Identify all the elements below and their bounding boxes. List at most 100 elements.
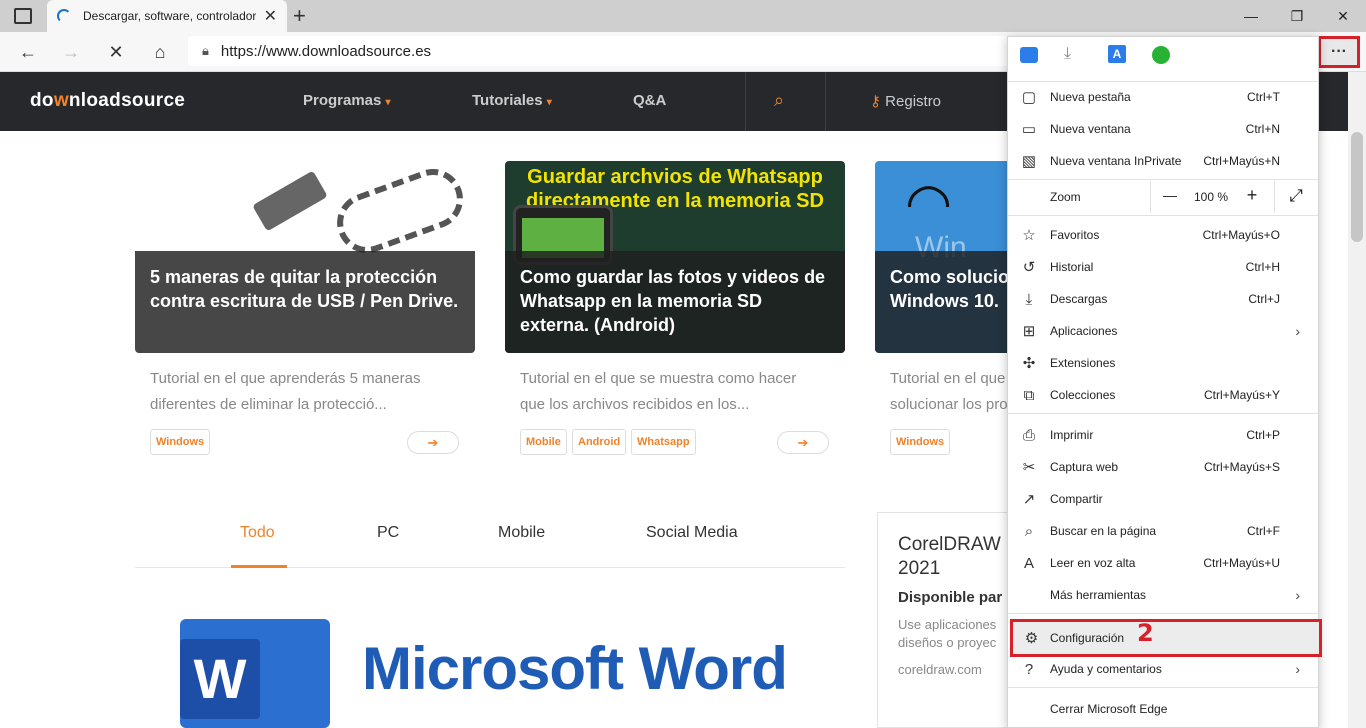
download-icon[interactable]: ⤓ — [1064, 45, 1071, 63]
search-icon[interactable]: ⌕ — [774, 90, 784, 111]
forward-icon[interactable]: → — [57, 38, 85, 66]
filter-tab-social-media[interactable]: Social Media — [646, 524, 738, 542]
nav-qa[interactable]: Q&A — [633, 92, 666, 109]
card-desc-3: Tutorial en el que solucionar los pro — [890, 370, 1008, 413]
ad-box[interactable]: CorelDRAW 2021 Disponible par Use aplica… — [877, 512, 1017, 728]
close-window-button[interactable]: ✕ — [1320, 0, 1366, 32]
filter-tab-indicator — [231, 565, 287, 568]
menu-item-cerrar-edge[interactable]: Cerrar Microsoft Edge — [1008, 693, 1318, 725]
read-aloud-icon: A — [1023, 554, 1034, 572]
callout-2: 2 — [1137, 619, 1154, 647]
zoom-in-button[interactable]: + — [1240, 185, 1264, 206]
menu-item-nueva-ventana[interactable]: ▭ Nueva ventana Ctrl+N — [1008, 113, 1318, 145]
menu-item-captura-web[interactable]: ✂ Captura web Ctrl+Mayús+S — [1008, 451, 1318, 483]
video-icon[interactable] — [1020, 47, 1038, 63]
card-image-2[interactable]: Guardar archvios de Whatsapp directament… — [505, 161, 845, 353]
maximize-button[interactable]: ❐ — [1274, 0, 1320, 32]
zoom-out-button[interactable]: — — [1158, 187, 1182, 203]
menu-item-colecciones[interactable]: ⧉ Colecciones Ctrl+Mayús+Y — [1008, 379, 1318, 411]
menu-item-configuracion[interactable]: ⚙ Configuración — [1010, 619, 1322, 657]
find-icon: ⌕ — [1024, 522, 1034, 540]
home-icon[interactable]: ⌂ — [146, 38, 174, 66]
settings-and-more-button[interactable]: ··· — [1318, 36, 1360, 68]
card-title-1[interactable]: 5 maneras de quitar la protección contra… — [135, 251, 475, 353]
inprivate-icon: ▧ — [1021, 153, 1037, 170]
card-arrow-button-1[interactable]: ➔ — [407, 431, 459, 454]
menu-item-nueva-pestana[interactable]: ▢ Nueva pestaña Ctrl+T — [1008, 81, 1318, 113]
usb-drive-image — [252, 170, 328, 232]
translate-icon[interactable]: A — [1108, 45, 1126, 63]
scrollbar-thumb[interactable] — [1351, 132, 1363, 242]
word-logo-letter: W — [180, 639, 260, 719]
menu-item-inprivate[interactable]: ▧ Nueva ventana InPrivate Ctrl+Mayús+N — [1008, 145, 1318, 177]
star-icon: ☆ — [1022, 227, 1036, 244]
chain-image — [328, 161, 472, 262]
lock-icon: 🔒︎ — [202, 43, 209, 58]
menu-item-buscar[interactable]: ⌕ Buscar en la página Ctrl+F — [1008, 515, 1318, 547]
nav-programas[interactable]: Programas ▾ — [303, 92, 391, 109]
menu-item-leer-voz-alta[interactable]: A Leer en voz alta Ctrl+Mayús+U — [1008, 547, 1318, 579]
nav-registro[interactable]: ⚷ Registro — [870, 92, 941, 110]
card-title-2[interactable]: Como guardar las fotos y videos de Whats… — [505, 251, 845, 353]
card-image-1[interactable]: 5 maneras de quitar la protección contra… — [135, 161, 475, 353]
tab-actions-icon[interactable] — [14, 8, 32, 24]
close-tab-icon[interactable]: ✕ — [264, 6, 277, 26]
page-scrollbar[interactable] — [1348, 72, 1366, 728]
loading-icon — [57, 9, 71, 23]
menu-divider — [1008, 413, 1318, 414]
tag-windows[interactable]: Windows — [150, 429, 211, 455]
tag-android[interactable]: Android — [572, 429, 627, 455]
apps-icon: ⊞ — [1022, 323, 1036, 340]
downloads-icon: ⤓ — [1025, 290, 1033, 308]
menu-divider — [1008, 179, 1318, 180]
fullscreen-icon[interactable]: ⤢ — [1284, 186, 1308, 206]
card-desc-1: Tutorial en el que aprenderás 5 maneras … — [150, 370, 421, 413]
new-tab-icon: ▢ — [1021, 89, 1037, 106]
menu-divider — [1008, 215, 1318, 216]
extension-icon[interactable] — [1152, 46, 1170, 64]
address-bar[interactable]: 🔒︎ https://www.downloadsource.es — [188, 36, 1018, 66]
menu-item-extensiones[interactable]: ✣ Extensiones — [1008, 347, 1318, 379]
url-text: https://www.downloadsource.es — [220, 42, 432, 60]
tag-windows[interactable]: Windows — [890, 429, 951, 455]
chevron-right-icon: › — [1295, 323, 1300, 339]
ad-title: CorelDRAW 2021 — [898, 534, 1001, 579]
nav-divider — [825, 72, 826, 131]
menu-item-descargas[interactable]: ⤓ Descargas Ctrl+J — [1008, 283, 1318, 315]
print-icon: ⎙ — [1022, 426, 1035, 444]
banner-title[interactable]: Microsoft Word — [362, 634, 788, 703]
filter-tab-mobile[interactable]: Mobile — [498, 524, 545, 542]
menu-item-compartir[interactable]: ↗ Compartir — [1008, 483, 1318, 515]
tag-whatsapp[interactable]: Whatsapp — [631, 429, 696, 455]
wifi-icon: ◠ — [905, 173, 953, 233]
stop-icon[interactable]: ✕ — [102, 38, 130, 66]
chevron-right-icon: › — [1295, 587, 1300, 603]
key-icon: ⚷ — [870, 93, 881, 110]
tag-mobile[interactable]: Mobile — [520, 429, 567, 455]
help-icon: ? — [1024, 660, 1034, 678]
back-icon[interactable]: ← — [14, 38, 42, 66]
settings-menu: ⤓ A ▢ Nueva pestaña Ctrl+T ▭ Nueva ventana C… — [1007, 36, 1322, 728]
browser-tab[interactable]: Descargar, software, controlador ✕ — [47, 0, 287, 32]
menu-item-aplicaciones[interactable]: ⊞ Aplicaciones › — [1008, 315, 1318, 347]
menu-item-imprimir[interactable]: ⎙ Imprimir Ctrl+P — [1008, 419, 1318, 451]
menu-item-ayuda[interactable]: ? Ayuda y comentarios › — [1008, 653, 1318, 685]
chevron-right-icon: › — [1295, 661, 1300, 677]
minimize-button[interactable]: — — [1228, 0, 1274, 32]
ad-subtitle: Disponible par — [898, 589, 1003, 606]
zoom-level: 100 % — [1193, 190, 1229, 204]
new-tab-button[interactable]: + — [293, 3, 306, 29]
menu-item-favoritos[interactable]: ☆ Favoritos Ctrl+Mayús+O — [1008, 219, 1318, 251]
filter-tab-pc[interactable]: PC — [377, 524, 399, 542]
site-logo[interactable]: downloadsource — [30, 90, 185, 112]
filter-tab-todo[interactable]: Todo — [240, 524, 275, 542]
card-arrow-button-2[interactable]: ➔ — [777, 431, 829, 454]
menu-item-historial[interactable]: ↺ Historial Ctrl+H — [1008, 251, 1318, 283]
word-logo[interactable]: W — [180, 619, 330, 728]
menu-item-mas-herramientas[interactable]: Más herramientas › — [1008, 579, 1318, 611]
ad-domain: coreldraw.com — [898, 662, 982, 677]
menu-divider — [1008, 613, 1318, 614]
nav-tutoriales[interactable]: Tutoriales ▾ — [472, 92, 552, 109]
menu-divider — [1008, 687, 1318, 688]
web-capture-icon: ✂ — [1022, 459, 1036, 476]
